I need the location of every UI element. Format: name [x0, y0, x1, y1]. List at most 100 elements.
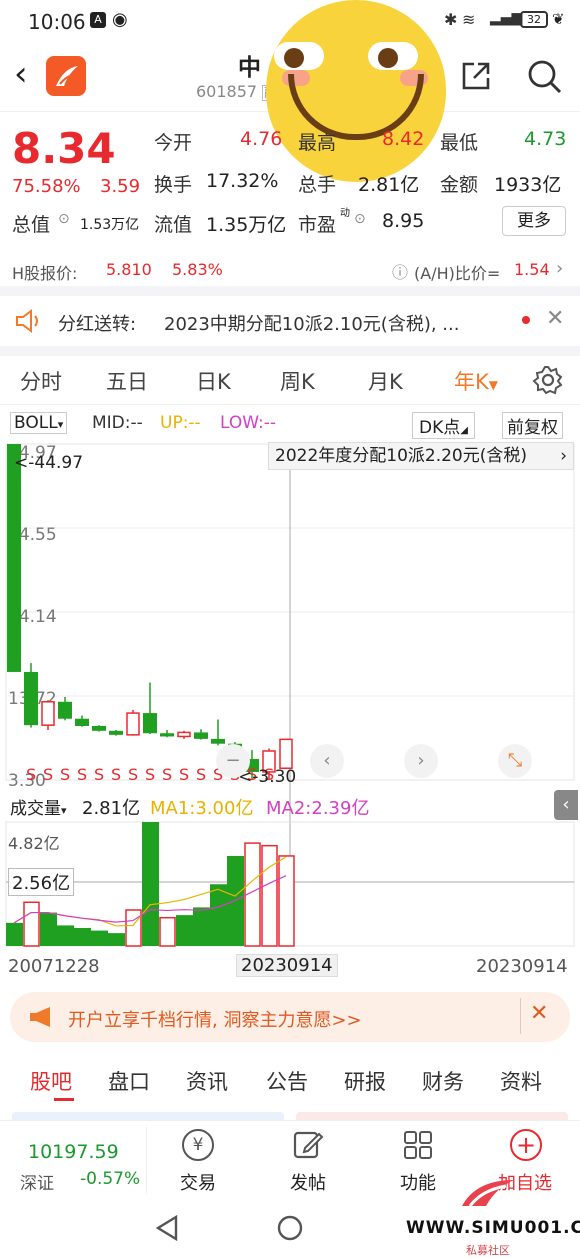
watermark-sub: 私募社区 [466, 1244, 510, 1257]
tab-news[interactable]: 资讯 [186, 1066, 228, 1096]
index-value: 10197.59 [28, 1141, 119, 1163]
candle-body [109, 730, 123, 735]
back-button[interactable]: ‹ [14, 54, 28, 94]
indicator-select[interactable]: BOLL▾ [10, 412, 68, 434]
nav-back-icon[interactable] [154, 1214, 180, 1242]
search-icon[interactable] [524, 56, 564, 96]
more-button[interactable]: 更多 [502, 206, 566, 236]
zoom-out-button[interactable]: − [216, 744, 250, 778]
tab-yearly[interactable]: 年K▼ [454, 366, 498, 396]
scroll-right-button[interactable]: › [404, 744, 438, 778]
sell-marker: S [128, 765, 138, 784]
bluetooth-icon: ✱ [444, 10, 458, 29]
h-share-pct: 5.83% [172, 260, 223, 279]
system-nav-bar: WWW.SIMU001.CN 私募社区 [0, 1180, 580, 1259]
sticker-right-eye [368, 42, 418, 70]
sell-marker: S [60, 765, 70, 784]
tab-order-book[interactable]: 盘口 [108, 1066, 150, 1096]
sell-marker: S [179, 765, 189, 784]
tab-forum[interactable]: 股吧 [30, 1066, 72, 1096]
trade-label: 交易 [180, 1173, 216, 1194]
close-icon[interactable]: ✕ [546, 306, 564, 331]
sticker-left-eye [274, 42, 324, 70]
unread-dot [522, 316, 530, 324]
candle-body [92, 725, 106, 731]
volume-crosshair-label: 2.56亿 [8, 868, 75, 896]
sell-marker: S [43, 765, 53, 784]
date-crosshair: 20230914 [236, 954, 338, 977]
turnover-value: 17.32% [206, 170, 279, 192]
candle-body [126, 712, 140, 736]
volume-current: 2.81亿 [82, 798, 141, 819]
pe-superscript: 动 [340, 208, 350, 219]
volume-ma2: MA2:2.39亿 [266, 798, 370, 819]
volume-indicator-select[interactable]: 成交量▾ [10, 794, 67, 819]
trade-button[interactable]: ¥ 交易 [160, 1121, 240, 1199]
volume-bar [261, 844, 278, 947]
volume-bar [74, 927, 91, 946]
candle-body [75, 718, 89, 726]
volume-label: 总手 [298, 174, 337, 196]
dk-point-button[interactable]: DK点◢ [412, 412, 475, 439]
info-icon[interactable]: ⊙ [58, 211, 70, 227]
low-value: 4.73 [524, 128, 567, 150]
app-notification-icon: A [90, 12, 106, 28]
help-icon[interactable]: ⓘ [392, 259, 408, 283]
tab-research[interactable]: 研报 [344, 1066, 386, 1096]
watermark-site: WWW.SIMU001.CN [406, 1218, 580, 1238]
post-label: 发帖 [290, 1173, 326, 1194]
share-icon[interactable] [458, 58, 494, 94]
expand-icon[interactable]: ⤡ [498, 744, 532, 778]
notice-label: 分红送转: [58, 314, 137, 335]
tab-weekly[interactable]: 周K [280, 366, 315, 396]
volume-bar [125, 909, 142, 947]
index-pct: -0.57% [80, 1169, 141, 1189]
collapse-panel-button[interactable]: ‹ [554, 790, 578, 820]
volume-bar [23, 901, 40, 947]
amount-label: 金额 [440, 174, 479, 196]
close-icon[interactable]: ✕ [530, 1001, 548, 1026]
mktcap-value: 1.53万亿 [80, 217, 140, 233]
plus-icon: + [510, 1129, 542, 1161]
gear-icon[interactable] [532, 364, 564, 396]
adjust-button[interactable]: 前复权 [502, 412, 563, 439]
tab-profile[interactable]: 资料 [500, 1066, 542, 1096]
tab-intraday[interactable]: 分时 [20, 366, 62, 396]
promo-text: 开户立享千档行情, 洞察主力意愿>> [68, 1010, 362, 1031]
post-button[interactable]: 发帖 [270, 1121, 350, 1199]
h-share-label: H股报价: [12, 264, 78, 283]
pe-value: 8.95 [382, 210, 425, 232]
dividend-tooltip[interactable]: 2022年度分配10派2.20元(含税) › [268, 442, 574, 470]
dividend-notice[interactable]: 分红送转: 2023中期分配10派2.10元(含税), ... ✕ [0, 296, 580, 346]
chevron-right-icon: › [556, 258, 564, 279]
info-icon[interactable]: ⊙ [354, 211, 366, 227]
kline-period-tabs: 分时 五日 日K 周K 月K 年K▼ [0, 356, 580, 404]
nav-home-icon[interactable] [276, 1214, 304, 1242]
tab-announcements[interactable]: 公告 [266, 1066, 308, 1096]
kline-chart[interactable]: 44.9734.5524.1413.723.30SSSSSSSSSSSSSSS<… [0, 436, 580, 986]
account-promo-banner[interactable]: 开户立享千档行情, 洞察主力意愿>> ✕ [10, 992, 570, 1042]
float-label: 流值 [154, 214, 193, 236]
high-value: 8.42 [382, 128, 425, 150]
stock-name: 中 [238, 55, 261, 81]
tab-five-day[interactable]: 五日 [106, 366, 148, 396]
edit-icon [293, 1131, 324, 1159]
date-end: 20230914 [476, 956, 568, 977]
signal-icon: ▂▄▆ [490, 10, 523, 26]
divider [146, 1127, 147, 1193]
open-label: 今开 [154, 132, 193, 154]
divider [0, 404, 580, 405]
functions-button[interactable]: 功能 [380, 1121, 460, 1199]
volume-bar [176, 915, 193, 946]
index-ticker[interactable]: 10197.59 深证 -0.57% [0, 1121, 146, 1199]
scroll-left-button[interactable]: ‹ [310, 744, 344, 778]
volume-bar [57, 925, 74, 946]
h-share-row[interactable]: H股报价: 5.810 5.83% ⓘ (A/H)比价= 1.54 › [0, 254, 580, 286]
tab-finance[interactable]: 财务 [422, 1066, 464, 1096]
volume-bar [278, 855, 295, 947]
tab-daily[interactable]: 日K [196, 366, 231, 396]
volume-bar [210, 884, 227, 946]
last-price: 8.34 [12, 124, 116, 173]
tab-monthly[interactable]: 月K [368, 366, 403, 396]
battery-icon: 32 [520, 11, 548, 28]
